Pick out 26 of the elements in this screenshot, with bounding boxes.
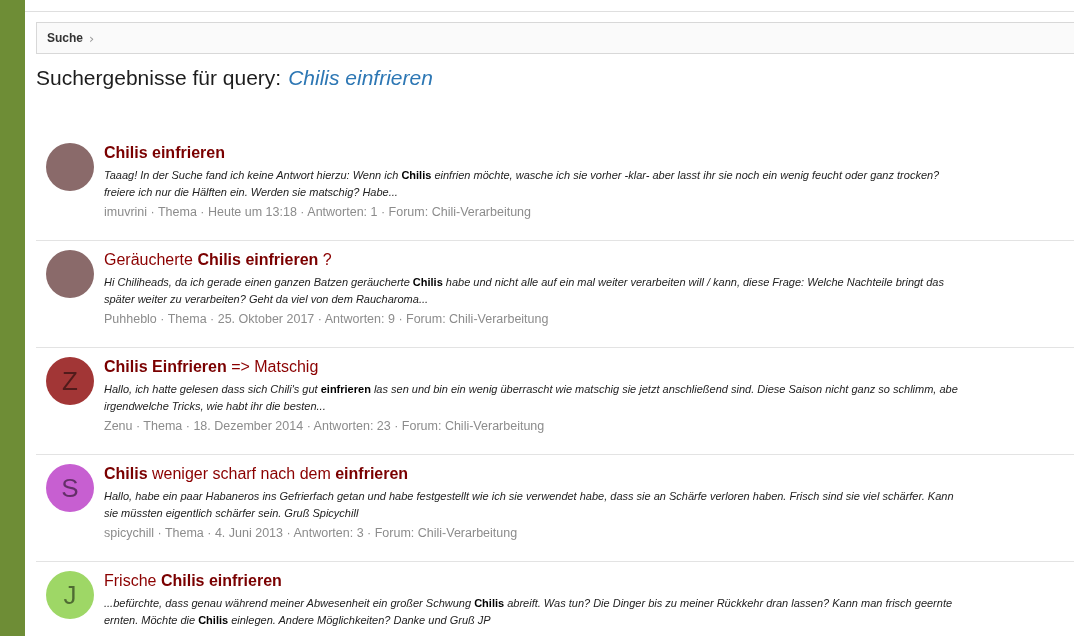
snippet-line: später weiter zu verarbeiten? Geht da viel von dem Raucharoma...: [104, 292, 430, 307]
result-title[interactable]: Geräucherte Chilis einfrieren ?: [104, 251, 944, 269]
result-meta: spicychill · Thema · 4. Juni 2013 · Antworten: 3 · Forum: Chili-Verarbeitung: [104, 526, 519, 540]
result-meta: Zenu · Thema · 18. Dezember 2014 · Antworten: 23 · Forum: Chili-Verarbeitung: [104, 419, 546, 433]
breadcrumb-link[interactable]: Suche: [47, 31, 83, 45]
snippet-line: Taaag! In der Suche fand ich keine Antwort hierzu: Wenn ich Chilis einfrien möchte, wasche ich sie vorher -klar- aber lasst ihr sie noch ein wenig feucht oder ganz trocken?: [104, 168, 940, 183]
chevron-icon: ›: [89, 30, 95, 46]
query-link[interactable]: Chilis einfrieren: [288, 66, 433, 90]
snippet-line: sie müssten eigentlich schärfer sein. Gruß Spicychill: [104, 506, 360, 521]
snippet-line: freiere ich nur die Hälften ein. Werden sie matschig? Habe...: [104, 185, 399, 200]
result-meta: imuvrini · Thema · Heute um 13:18 · Antworten: 1 · Forum: Chili-Verarbeitung: [104, 205, 533, 219]
page-heading: Suchergebnisse für query:: [36, 66, 282, 90]
result-title[interactable]: Chilis einfrieren: [104, 144, 940, 162]
letter-avatar[interactable]: J: [46, 571, 94, 619]
snippet-line: Hallo, ich hatte gelesen dass sich Chili's gut einfrieren las sen und bin ein wenig überrascht wie matschig sie jetzt anschließend sind. Diese Saison nicht ganz so schlimm, abe: [104, 382, 958, 397]
result-title[interactable]: Chilis Einfrieren => Matschig: [104, 358, 958, 376]
result-title[interactable]: Frische Chilis einfrieren: [104, 572, 953, 590]
result-title[interactable]: Chilis weniger scharf nach dem einfrieren: [104, 465, 954, 483]
result-meta: Puhheblo · Thema · 25. Oktober 2017 · Antworten: 9 · Forum: Chili-Verarbeitung: [104, 312, 550, 326]
snippet-line: ernten. Möchte die Chilis einlegen. Andere Möglichkeiten? Danke und Gruß JP: [104, 613, 492, 628]
snippet-line: Hallo, habe ein paar Habaneros ins Gefrierfach getan und habe festgestellt wie ich sie verwendet habe, dass sie an Schärfe verloren haben. Frisch sind sie viel schärfer. Kann: [104, 489, 954, 504]
snippet-line: Hi Chiliheads, da ich gerade einen ganzen Batzen geräucherte Chilis habe und nicht alle auf ein mal weiter verarbeiten will / kann, diese Frage: Welche Nachteile bringt das: [104, 275, 944, 290]
snippet-line: ...befürchte, dass genau während meiner Abwesenheit ein großer Schwung Chilis abreift. Was tun? Die Dinger bis zu meiner Rückkehr dran lassen? Kann man frisch geernte: [104, 596, 953, 611]
snippet-line: irgendwelche Tricks, wie habt ihr die besten...: [104, 399, 327, 414]
avatar-photo[interactable]: [46, 143, 94, 191]
avatar-photo[interactable]: [46, 250, 94, 298]
